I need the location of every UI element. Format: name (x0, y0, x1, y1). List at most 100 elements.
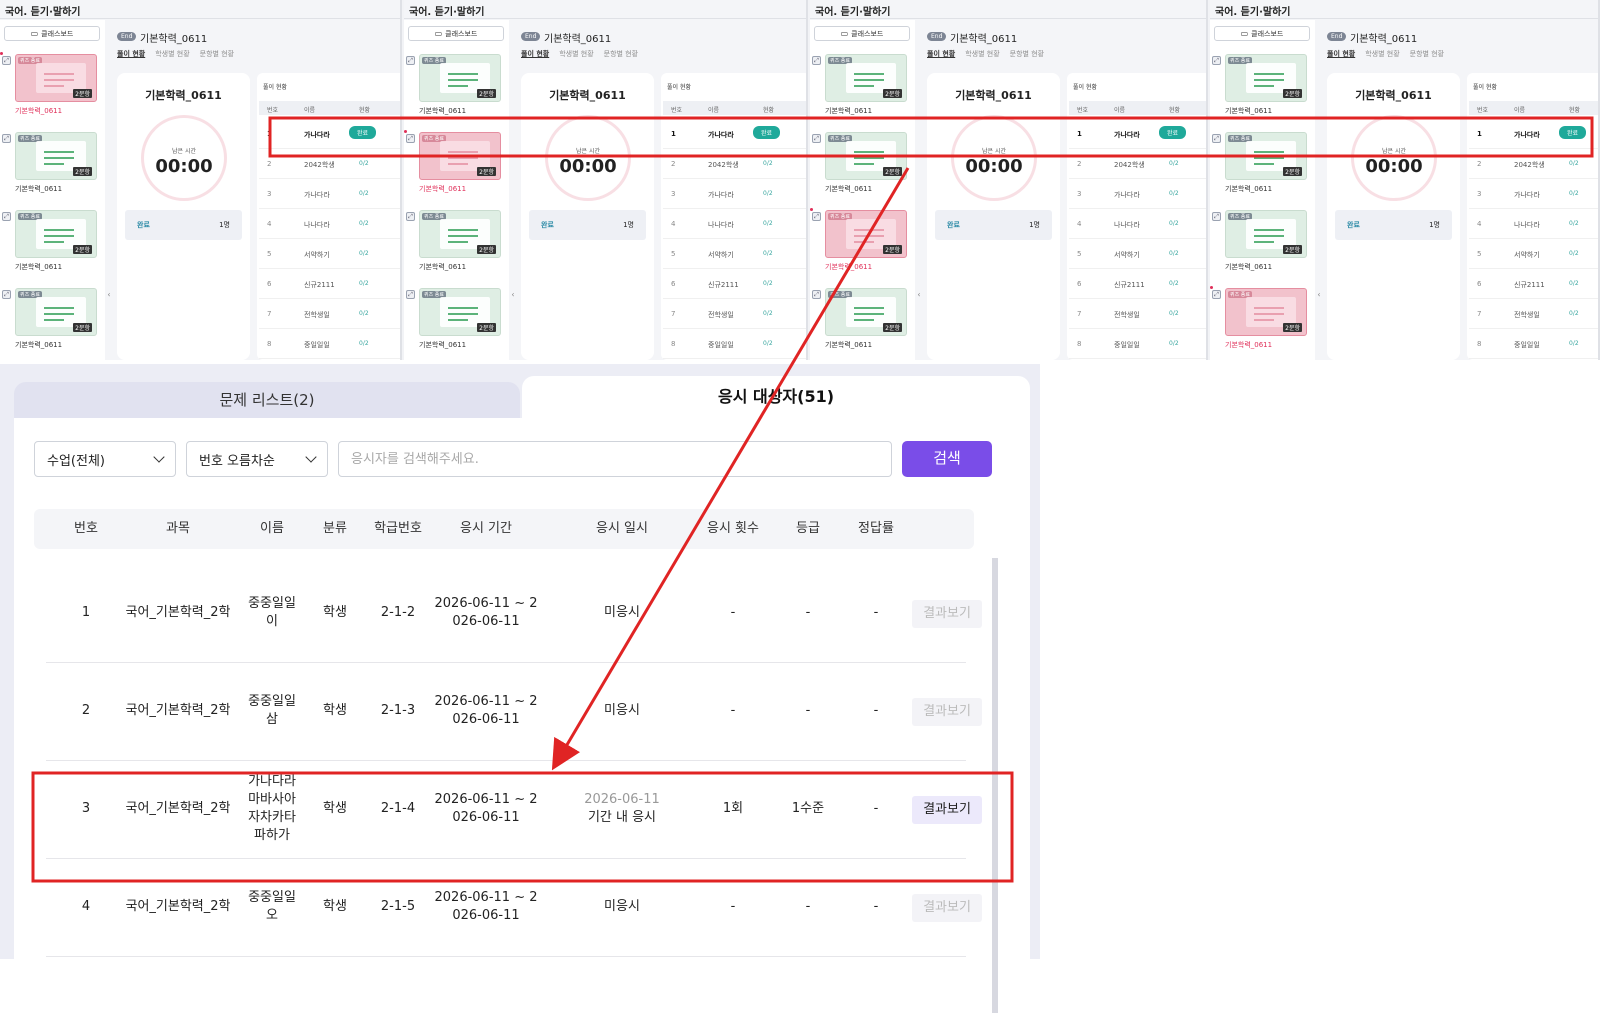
progress-row[interactable]: 1 가나다라 완료 (259, 119, 400, 149)
status-tab[interactable]: 문항별 현황 (200, 49, 234, 59)
progress-row[interactable]: 7 전학생일 0/2 (663, 299, 806, 329)
classboard-button[interactable]: ▭ 클래스보드 (408, 26, 504, 41)
progress-row[interactable]: 2 2042학생 0/2 (1469, 149, 1598, 179)
status-tab[interactable]: 학생별 현황 (559, 49, 593, 59)
status-tab[interactable]: 풀이 현황 (117, 49, 145, 59)
classboard-button[interactable]: ▭ 클래스보드 (4, 26, 100, 41)
progress-row[interactable]: 8 중일일일 0/2 (663, 329, 806, 359)
progress-row[interactable]: 2 2042학생 0/2 (1069, 149, 1206, 179)
classboard-button[interactable]: ▭ 클래스보드 (1214, 26, 1310, 41)
search-input[interactable] (338, 441, 892, 477)
progress-row[interactable]: 4 나나다라 0/2 (1469, 209, 1598, 239)
expand-icon[interactable]: ⤢ (1212, 134, 1221, 143)
expand-icon[interactable]: ⤢ (1212, 290, 1221, 299)
progress-row[interactable]: 4 나나다라 0/2 (259, 209, 400, 239)
scrollbar[interactable] (992, 558, 998, 1013)
quiz-thumb[interactable]: ⤢ 퀴즈 종료 2문항 기본학력_0611 (404, 286, 509, 360)
quiz-thumb[interactable]: ⤢ 퀴즈 종료 2문항 기본학력_0611 (0, 286, 105, 360)
thumb-image: 퀴즈 종료 2문항 (1225, 288, 1307, 336)
collapse-chevron-icon[interactable]: ‹ (105, 290, 113, 304)
expand-icon[interactable]: ⤢ (406, 212, 415, 221)
expand-icon[interactable]: ⤢ (1212, 56, 1221, 65)
tab-exam-targets[interactable]: 응시 대상자(51) (522, 376, 1030, 418)
quiz-thumb[interactable]: ⤢ 퀴즈 종료 2문항 기본학력_0611 (810, 130, 915, 208)
progress-row[interactable]: 8 중일일일 0/2 (259, 329, 400, 359)
progress-row[interactable]: 3 가나다라 0/2 (259, 179, 400, 209)
status-tab[interactable]: 학생별 현황 (1365, 49, 1399, 59)
expand-icon[interactable]: ⤢ (406, 290, 415, 299)
quiz-thumb[interactable]: ⤢ 퀴즈 종료 2문항 기본학력_0611 (404, 130, 509, 208)
status-tab[interactable]: 문항별 현황 (604, 49, 638, 59)
expand-icon[interactable]: ⤢ (1212, 212, 1221, 221)
progress-row[interactable]: 7 전학생일 0/2 (1469, 299, 1598, 329)
expand-icon[interactable]: ⤢ (2, 212, 11, 221)
row-status: 0/2 (359, 250, 369, 257)
class-filter-select[interactable]: 수업(전체) (34, 441, 176, 477)
paper-line (854, 163, 874, 165)
progress-row[interactable]: 5 서약하기 0/2 (1069, 239, 1206, 269)
quiz-thumb[interactable]: ⤢ 퀴즈 종료 2문항 기본학력_0611 (810, 286, 915, 360)
status-tab[interactable]: 학생별 현황 (155, 49, 189, 59)
progress-row[interactable]: 1 가나다라 완료 (1469, 119, 1598, 149)
status-tab[interactable]: 풀이 현황 (1327, 49, 1355, 59)
status-tab[interactable]: 학생별 현황 (965, 49, 999, 59)
quiz-thumb[interactable]: ⤢ 퀴즈 종료 2문항 기본학력_0611 (1210, 286, 1315, 360)
expand-icon[interactable]: ⤢ (2, 134, 11, 143)
quiz-thumb[interactable]: ⤢ 퀴즈 종료 2문항 기본학력_0611 (404, 52, 509, 130)
expand-icon[interactable]: ⤢ (812, 134, 821, 143)
status-tab[interactable]: 문항별 현황 (1010, 49, 1044, 59)
progress-row[interactable]: 1 가나다라 완료 (1069, 119, 1206, 149)
quiz-thumb[interactable]: ⤢ 퀴즈 종료 2문항 기본학력_0611 (0, 208, 105, 286)
expand-icon[interactable]: ⤢ (812, 212, 821, 221)
expand-icon[interactable]: ⤢ (2, 56, 11, 65)
collapse-chevron-icon[interactable]: ‹ (1315, 290, 1323, 304)
row-no: 3 (1477, 190, 1482, 198)
progress-row[interactable]: 8 중일일일 0/2 (1069, 329, 1206, 359)
quiz-thumb[interactable]: ⤢ 퀴즈 종료 2문항 기본학력_0611 (1210, 208, 1315, 286)
expand-icon[interactable]: ⤢ (406, 134, 415, 143)
search-button[interactable]: 검색 (902, 441, 992, 477)
progress-row[interactable]: 7 전학생일 0/2 (1069, 299, 1206, 329)
quiz-thumb[interactable]: ⤢ 퀴즈 종료 2문항 기본학력_0611 (1210, 130, 1315, 208)
expand-icon[interactable]: ⤢ (2, 290, 11, 299)
progress-row[interactable]: 5 서약하기 0/2 (663, 239, 806, 269)
progress-row[interactable]: 3 가나다라 0/2 (1069, 179, 1206, 209)
status-tab[interactable]: 풀이 현황 (927, 49, 955, 59)
view-result-button[interactable]: 결과보기 (912, 600, 982, 628)
expand-icon[interactable]: ⤢ (812, 290, 821, 299)
status-tab[interactable]: 풀이 현황 (521, 49, 549, 59)
quiz-thumb[interactable]: ⤢ 퀴즈 종료 2문항 기본학력_0611 (810, 208, 915, 286)
progress-row[interactable]: 4 나나다라 0/2 (1069, 209, 1206, 239)
view-result-button[interactable]: 결과보기 (912, 894, 982, 922)
sort-select[interactable]: 번호 오름차순 (186, 441, 328, 477)
quiz-thumb[interactable]: ⤢ 퀴즈 종료 2문항 기본학력_0611 (810, 52, 915, 130)
progress-row[interactable]: 6 신규2111 0/2 (663, 269, 806, 299)
quiz-thumb[interactable]: ⤢ 퀴즈 종료 2문항 기본학력_0611 (0, 130, 105, 208)
expand-icon[interactable]: ⤢ (812, 56, 821, 65)
progress-row[interactable]: 5 서약하기 0/2 (1469, 239, 1598, 269)
progress-row[interactable]: 6 신규2111 0/2 (1469, 269, 1598, 299)
classboard-button[interactable]: ▭ 클래스보드 (814, 26, 910, 41)
expand-icon[interactable]: ⤢ (406, 56, 415, 65)
cell-class_no-text: 2-1-2 (380, 605, 416, 620)
progress-row[interactable]: 7 전학생일 0/2 (259, 299, 400, 329)
progress-row[interactable]: 3 가나다라 0/2 (663, 179, 806, 209)
view-result-button[interactable]: 결과보기 (912, 698, 982, 726)
tab-problem-list[interactable]: 문제 리스트(2) (14, 382, 520, 418)
progress-row[interactable]: 6 신규2111 0/2 (259, 269, 400, 299)
progress-row[interactable]: 2 2042학생 0/2 (663, 149, 806, 179)
view-result-button[interactable]: 결과보기 (912, 796, 982, 824)
progress-row[interactable]: 4 나나다라 0/2 (663, 209, 806, 239)
collapse-chevron-icon[interactable]: ‹ (915, 290, 923, 304)
progress-row[interactable]: 3 가나다라 0/2 (1469, 179, 1598, 209)
progress-row[interactable]: 5 서약하기 0/2 (259, 239, 400, 269)
quiz-thumb[interactable]: ⤢ 퀴즈 종료 2문항 기본학력_0611 (0, 52, 105, 130)
quiz-thumb[interactable]: ⤢ 퀴즈 종료 2문항 기본학력_0611 (404, 208, 509, 286)
quiz-thumb[interactable]: ⤢ 퀴즈 종료 2문항 기본학력_0611 (1210, 52, 1315, 130)
progress-row[interactable]: 2 2042학생 0/2 (259, 149, 400, 179)
collapse-chevron-icon[interactable]: ‹ (509, 290, 517, 304)
progress-row[interactable]: 6 신규2111 0/2 (1069, 269, 1206, 299)
progress-row[interactable]: 8 중일일일 0/2 (1469, 329, 1598, 359)
progress-row[interactable]: 1 가나다라 완료 (663, 119, 806, 149)
status-tab[interactable]: 문항별 현황 (1410, 49, 1444, 59)
